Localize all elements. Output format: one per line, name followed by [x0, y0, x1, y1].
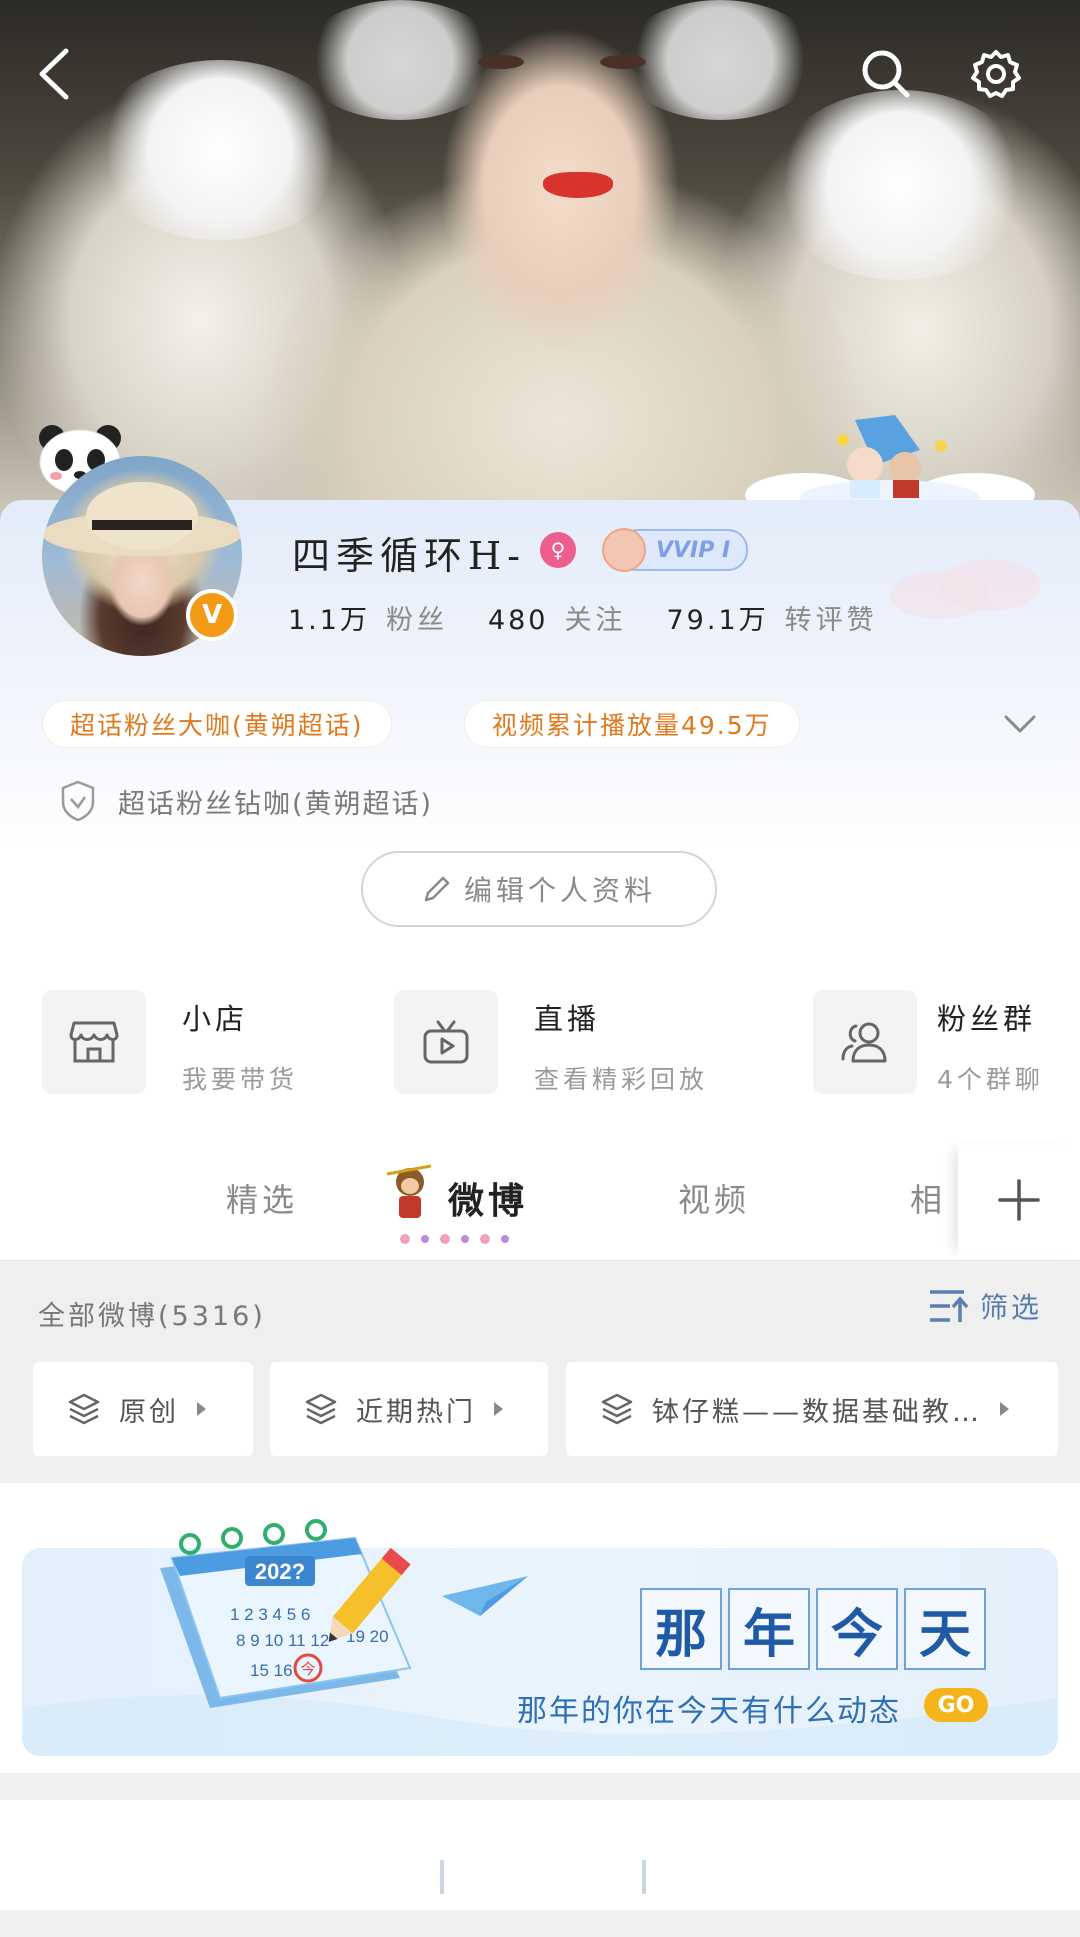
- plus-icon: [998, 1179, 1040, 1221]
- honor-row[interactable]: 超话粉丝钻咖(黄朔超话): [60, 780, 433, 822]
- expand-button[interactable]: [996, 706, 1044, 742]
- achievement-chip[interactable]: 视频累计播放量49.5万: [464, 700, 800, 748]
- profile-name: 四季循环H-: [292, 534, 526, 578]
- add-tab-button[interactable]: [958, 1145, 1080, 1255]
- filter-icon: [930, 1290, 969, 1322]
- today-mark: 今: [300, 1660, 315, 1678]
- stat-label: 关注: [564, 605, 627, 636]
- vip-badge[interactable]: VVIP I: [602, 528, 749, 572]
- banner-slogan: 那年的你在今天有什么动态: [517, 1694, 901, 1729]
- all-posts-count: 全部微博(5316): [38, 1301, 266, 1332]
- pencil-icon: [424, 876, 450, 902]
- stat-value: 79.1万: [666, 605, 769, 636]
- tab-album[interactable]: 相: [910, 1175, 946, 1221]
- filter-button[interactable]: 筛选: [928, 1286, 1042, 1326]
- bear-icon: [602, 528, 646, 572]
- calendar-dates: 1 2 3 4 5 6: [230, 1605, 310, 1624]
- filter-label: 筛选: [980, 1291, 1043, 1324]
- banner-title-char: 那: [640, 1588, 722, 1670]
- back-button[interactable]: [18, 38, 90, 110]
- stat-following[interactable]: 480 关注: [488, 598, 627, 637]
- tab-video[interactable]: 视频: [678, 1175, 750, 1221]
- caret-right-icon: [197, 1402, 206, 1416]
- search-icon: [862, 50, 910, 98]
- settings-button[interactable]: [960, 38, 1032, 110]
- shield-icon: [61, 780, 95, 822]
- eye: [600, 55, 646, 69]
- group-icon: [841, 1022, 887, 1063]
- stat-value: 1.1万: [288, 605, 370, 636]
- banner-title-char: 天: [904, 1588, 986, 1670]
- lips: [543, 172, 613, 198]
- honor-text: 超话粉丝钻咖(黄朔超话): [118, 788, 434, 820]
- eye: [478, 55, 524, 69]
- fur-decoration: [770, 90, 1030, 280]
- layers-icon: [601, 1393, 633, 1425]
- shop-icon-box: [42, 990, 146, 1094]
- hair-decoration: [620, 0, 820, 120]
- calendar-dates: 8 9 10 11 12: [236, 1631, 329, 1650]
- feature-title: 小店: [182, 1002, 249, 1036]
- shop-icon: [69, 1021, 119, 1063]
- calendar-dates: 15 16: [250, 1661, 293, 1680]
- feature-live[interactable]: 直播 查看精彩回放: [394, 990, 708, 1096]
- filter-chip-original[interactable]: 原创: [33, 1362, 253, 1456]
- tv-icon-box: [394, 990, 498, 1094]
- feature-fan-group[interactable]: 粉丝群 4个群聊: [813, 990, 1044, 1096]
- feature-subtitle: 查看精彩回放: [534, 1065, 709, 1094]
- divider: [440, 1860, 444, 1894]
- feature-subtitle: 我要带货: [182, 1065, 299, 1094]
- go-button[interactable]: GO: [924, 1688, 988, 1722]
- caret-right-icon: [1000, 1402, 1009, 1416]
- stat-likes[interactable]: 79.1万 转评赞: [667, 598, 878, 637]
- stat-label: 粉丝: [385, 605, 448, 636]
- banner-title-char: 今: [816, 1588, 898, 1670]
- search-button[interactable]: [850, 38, 922, 110]
- calendar-year: 202?: [255, 1559, 305, 1584]
- edit-profile-label: 编辑个人资料: [463, 874, 656, 907]
- stat-label: 转评赞: [784, 605, 878, 636]
- feature-title: 粉丝群: [937, 1002, 1037, 1036]
- verified-badge: V: [186, 589, 238, 641]
- feature-title: 直播: [534, 1002, 601, 1036]
- monkey-king-icon: [386, 1164, 432, 1218]
- edit-profile-button[interactable]: 编辑个人资料: [361, 851, 717, 927]
- divider: [642, 1860, 646, 1894]
- feature-shop[interactable]: 小店 我要带货: [42, 990, 298, 1096]
- stat-fans[interactable]: 1.1万 粉丝: [288, 598, 448, 637]
- caret-right-icon: [494, 1402, 503, 1416]
- feature-subtitle: 4个群聊: [937, 1065, 1044, 1094]
- tab-weibo[interactable]: 微博: [448, 1172, 528, 1224]
- group-icon-box: [813, 990, 917, 1094]
- back-arrow-icon: [39, 48, 69, 100]
- post-card-preview[interactable]: [0, 1800, 1080, 1910]
- gear-icon: [971, 50, 1021, 98]
- stat-value: 480: [487, 605, 549, 636]
- paper-plane-icon: [442, 1576, 528, 1616]
- tab-featured[interactable]: 精选: [226, 1175, 298, 1221]
- bottom-spacer: [0, 1910, 1080, 1937]
- tab-underline-decoration: [400, 1234, 509, 1244]
- chevron-down-icon: [1004, 715, 1036, 733]
- hair-decoration: [300, 0, 500, 120]
- chip-label: 钵仔糕——数据基础教…: [652, 1396, 982, 1428]
- layers-icon: [68, 1393, 100, 1425]
- chip-label: 原创: [119, 1396, 179, 1428]
- cloud-decoration: [890, 559, 1040, 619]
- chip-label: 近期热门: [356, 1396, 476, 1428]
- filter-chip-hot[interactable]: 近期热门: [270, 1362, 548, 1456]
- profile-stats: 1.1万 粉丝 480 关注 79.1万 转评赞: [288, 598, 878, 637]
- tv-icon: [423, 1020, 469, 1064]
- layers-icon: [305, 1393, 337, 1425]
- gender-female-icon: ♀: [540, 532, 576, 568]
- filter-chip-topic[interactable]: 钵仔糕——数据基础教…: [566, 1362, 1058, 1456]
- achievement-chip[interactable]: 超话粉丝大咖(黄朔超话): [42, 700, 392, 748]
- calendar-icon: 202? 1 2 3 4 5 6 8 9 10 11 12 15 16 19 2…: [160, 1519, 412, 1708]
- banner-title-char: 年: [728, 1588, 810, 1670]
